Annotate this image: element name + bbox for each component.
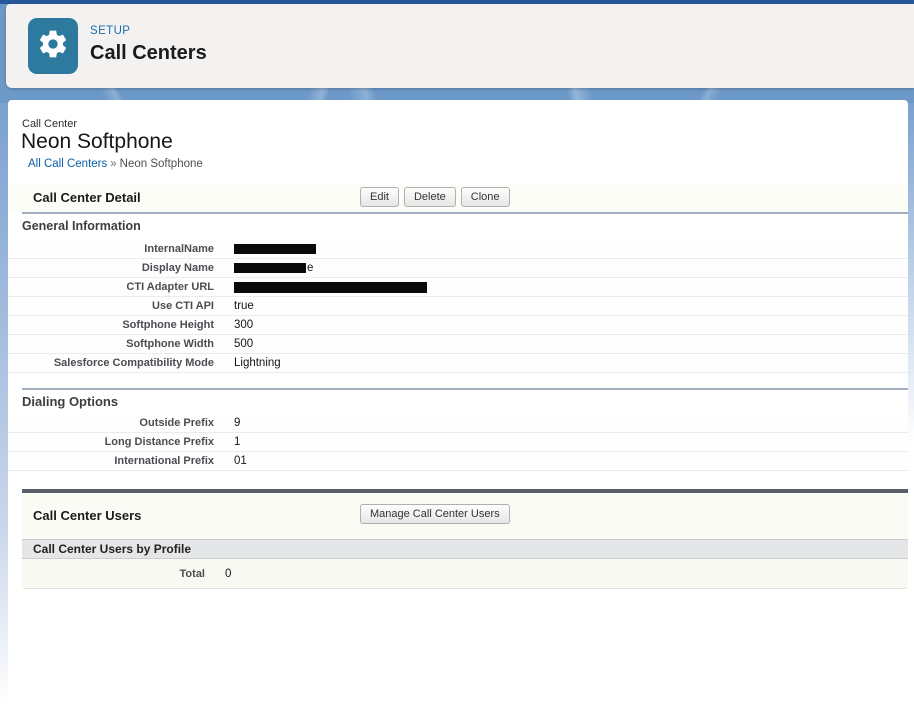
general-information-table: InternalName Display Name e CTI Adapter … [8, 240, 908, 373]
field-row-softphone-width: Softphone Width 500 [8, 335, 908, 354]
total-value: 0 [205, 568, 231, 580]
breadcrumb-separator: » [110, 158, 116, 170]
field-value: Lightning [214, 357, 281, 369]
field-row-use-cti-api: Use CTI API true [8, 297, 908, 316]
detail-action-buttons: Edit Delete Clone [360, 187, 510, 207]
page-title: Call Centers [90, 42, 207, 65]
redaction-bar [234, 282, 427, 293]
field-row-cti-adapter-url: CTI Adapter URL [8, 278, 908, 297]
record-name: Neon Softphone [21, 130, 173, 154]
field-row-internal-name: InternalName [8, 240, 908, 259]
field-label: International Prefix [22, 455, 214, 467]
call-center-users-title: Call Center Users [33, 508, 141, 523]
detail-header-divider [22, 212, 908, 214]
field-row-compatibility-mode: Salesforce Compatibility Mode Lightning [8, 354, 908, 373]
field-row-outside-prefix: Outside Prefix 9 [8, 414, 908, 433]
breadcrumb: All Call Centers» Neon Softphone [28, 158, 203, 170]
detail-header-row: Call Center Detail Edit Delete Clone [8, 185, 908, 212]
field-label: InternalName [22, 243, 214, 255]
field-value: 500 [214, 338, 253, 350]
field-row-international-prefix: International Prefix 01 [8, 452, 908, 471]
field-label: Softphone Height [22, 319, 214, 331]
dialing-options-table: Outside Prefix 9 Long Distance Prefix 1 … [8, 414, 908, 471]
field-label: Display Name [22, 262, 214, 274]
redaction-bar [234, 263, 306, 273]
field-row-display-name: Display Name e [8, 259, 908, 278]
field-value: true [214, 300, 254, 312]
delete-button[interactable]: Delete [404, 187, 456, 207]
field-value: 01 [214, 455, 247, 467]
redaction-bar [234, 244, 316, 254]
content-card: Call Center Neon Softphone All Call Cent… [8, 100, 908, 726]
field-label: Use CTI API [22, 300, 214, 312]
field-value [214, 282, 428, 293]
setup-tile [28, 18, 78, 74]
field-label: Outside Prefix [22, 417, 214, 429]
users-by-profile-header: Call Center Users by Profile [22, 539, 908, 559]
total-row: Total 0 [22, 559, 908, 588]
field-value [214, 244, 317, 254]
field-value: 300 [214, 319, 253, 331]
breadcrumb-current: Neon Softphone [120, 158, 203, 170]
detail-section-title: Call Center Detail [33, 190, 141, 205]
call-center-users-header: Call Center Users Manage Call Center Use… [22, 493, 908, 539]
dialing-options-title: Dialing Options [22, 394, 118, 409]
setup-eyebrow: SETUP [90, 25, 130, 37]
field-row-softphone-height: Softphone Height 300 [8, 316, 908, 335]
edit-button[interactable]: Edit [360, 187, 399, 207]
field-label: Long Distance Prefix [22, 436, 214, 448]
field-label: Salesforce Compatibility Mode [22, 357, 214, 369]
salesforce-setup-page: SETUP Call Centers Call Center Neon Soft… [0, 0, 914, 726]
setup-header: SETUP Call Centers [6, 4, 914, 88]
field-row-long-distance-prefix: Long Distance Prefix 1 [8, 433, 908, 452]
field-label: Softphone Width [22, 338, 214, 350]
breadcrumb-link-all-call-centers[interactable]: All Call Centers [28, 158, 107, 170]
background-left-strip [0, 103, 8, 703]
record-type-label: Call Center [22, 118, 77, 130]
manage-call-center-users-button[interactable]: Manage Call Center Users [360, 504, 510, 524]
general-information-title: General Information [22, 219, 141, 233]
gear-icon [37, 28, 69, 65]
field-label: CTI Adapter URL [22, 281, 214, 293]
field-value: 9 [214, 417, 240, 429]
background-right-strip [908, 103, 914, 443]
dialing-options-divider [22, 388, 908, 390]
field-value: e [214, 262, 313, 274]
call-center-users-section: Call Center Users Manage Call Center Use… [22, 489, 908, 589]
clone-button[interactable]: Clone [461, 187, 510, 207]
field-value: 1 [214, 436, 240, 448]
total-label: Total [22, 568, 205, 580]
